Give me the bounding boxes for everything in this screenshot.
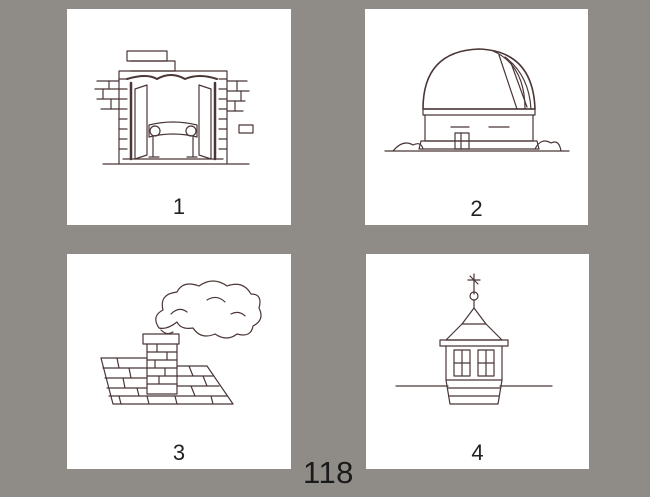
card-cupola: 4: [366, 254, 589, 469]
chimney-smoke-icon: [100, 280, 262, 405]
card-chimney: 3: [67, 254, 291, 469]
card-fireplace: 1: [67, 9, 291, 225]
card-observatory: 2: [365, 9, 588, 225]
card-label: 1: [172, 194, 186, 219]
card-label: 2: [470, 196, 483, 221]
card-label: 3: [172, 440, 186, 465]
page-number: 118: [303, 455, 354, 490]
observatory-dome-icon: [384, 48, 570, 152]
fireplace-icon: [94, 50, 254, 165]
cupola-icon: [395, 273, 553, 405]
card-label: 4: [471, 440, 484, 465]
